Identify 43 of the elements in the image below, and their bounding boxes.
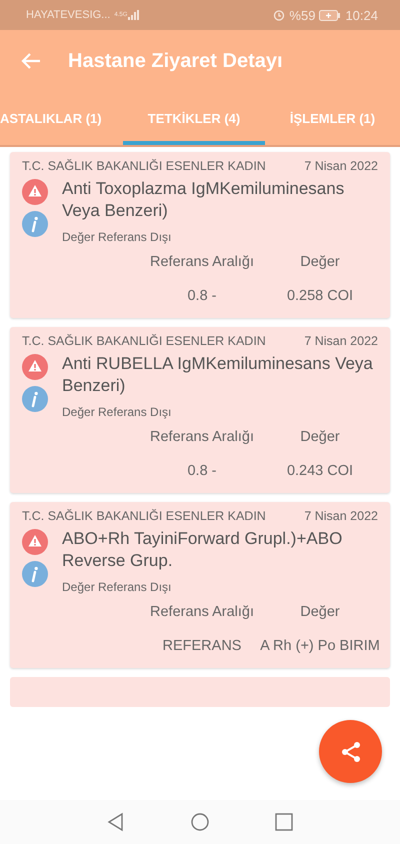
hospital-name: T.C. SAĞLIK BAKANLIĞI ESENLER KADIN (22, 509, 266, 523)
screen-title: Hastane Ziyaret Detayı (68, 50, 283, 72)
result-value: 0.243 COI (286, 463, 354, 479)
alarm-icon (273, 9, 286, 21)
clock: 10:24 (345, 8, 378, 22)
hospital-name: T.C. SAĞLIK BAKANLIĞI ESENLER KADIN (22, 334, 266, 348)
column-header: Değer (299, 429, 341, 445)
result-card[interactable]: T.C. SAĞLIK BAKANLIĞI ESENLER KADIN 7 Nisan 2022 ABO+Rh TayiniForward Grupl.)+ABO Reverse Grup. Değer Referans Dışı Referans Aralığı Değer REFERANS A Rh (+) Po BIRIM (10, 502, 390, 668)
warning-icon (22, 529, 48, 555)
column-header: Referans Aralığı (149, 604, 255, 620)
battery-level: %59 (289, 8, 316, 22)
result-status: Değer Referans Dışı (62, 230, 172, 244)
info-icon[interactable] (22, 211, 48, 237)
reference-range: REFERANS (162, 638, 242, 654)
result-value: 0.258 COI (286, 288, 354, 304)
result-status: Değer Referans Dışı (62, 580, 172, 594)
reference-range: 0.8 - (186, 463, 218, 479)
column-header: Değer (299, 254, 341, 270)
warning-icon (22, 354, 48, 380)
reference-range: 0.8 - (186, 288, 218, 304)
info-icon[interactable] (22, 561, 48, 587)
column-header: Referans Aralığı (149, 254, 255, 270)
test-name: ABO+Rh TayiniForward Grupl.)+ABO Reverse Grup. (62, 528, 344, 572)
share-button[interactable] (319, 720, 382, 783)
result-value: A Rh (+) Po BIRIM (260, 638, 380, 654)
result-card[interactable]: T.C. SAĞLIK BAKANLIĞI ESENLER KADIN 7 Nisan 2022 Anti Toxoplazma IgMKemiluminesans Veya Benzeri) Değer Referans Dışı Referans Aralığı Değer 0.8 - 0.258 COI (10, 152, 390, 318)
column-header: Değer (299, 604, 341, 620)
battery-icon (319, 10, 342, 20)
home-icon[interactable] (190, 812, 210, 832)
recents-icon[interactable] (274, 812, 294, 832)
hospital-name: T.C. SAĞLIK BAKANLIĞI ESENLER KADIN (22, 159, 266, 173)
result-status: Değer Referans Dışı (62, 405, 172, 419)
warning-icon (22, 179, 48, 205)
column-header: Referans Aralığı (149, 429, 255, 445)
result-card[interactable]: T.C. SAĞLIK BAKANLIĞI ESENLER KADIN 7 Nisan 2022 Anti RUBELLA IgMKemiluminesans Veya Benzeri) Değer Referans Dışı Referans Aralığı Değer 0.8 - 0.243 COI (10, 327, 390, 493)
result-date: 7 Nisan 2022 (304, 159, 378, 173)
test-name: Anti RUBELLA IgMKemiluminesans Veya Benzeri) (62, 353, 374, 397)
carrier-name: HAYATEVESIG... (26, 9, 110, 21)
test-name: Anti Toxoplazma IgMKemiluminesans Veya Benzeri) (62, 178, 346, 222)
info-icon[interactable] (22, 386, 48, 412)
result-date: 7 Nisan 2022 (304, 509, 378, 523)
signal-icon (128, 10, 140, 20)
result-date: 7 Nisan 2022 (304, 334, 378, 348)
